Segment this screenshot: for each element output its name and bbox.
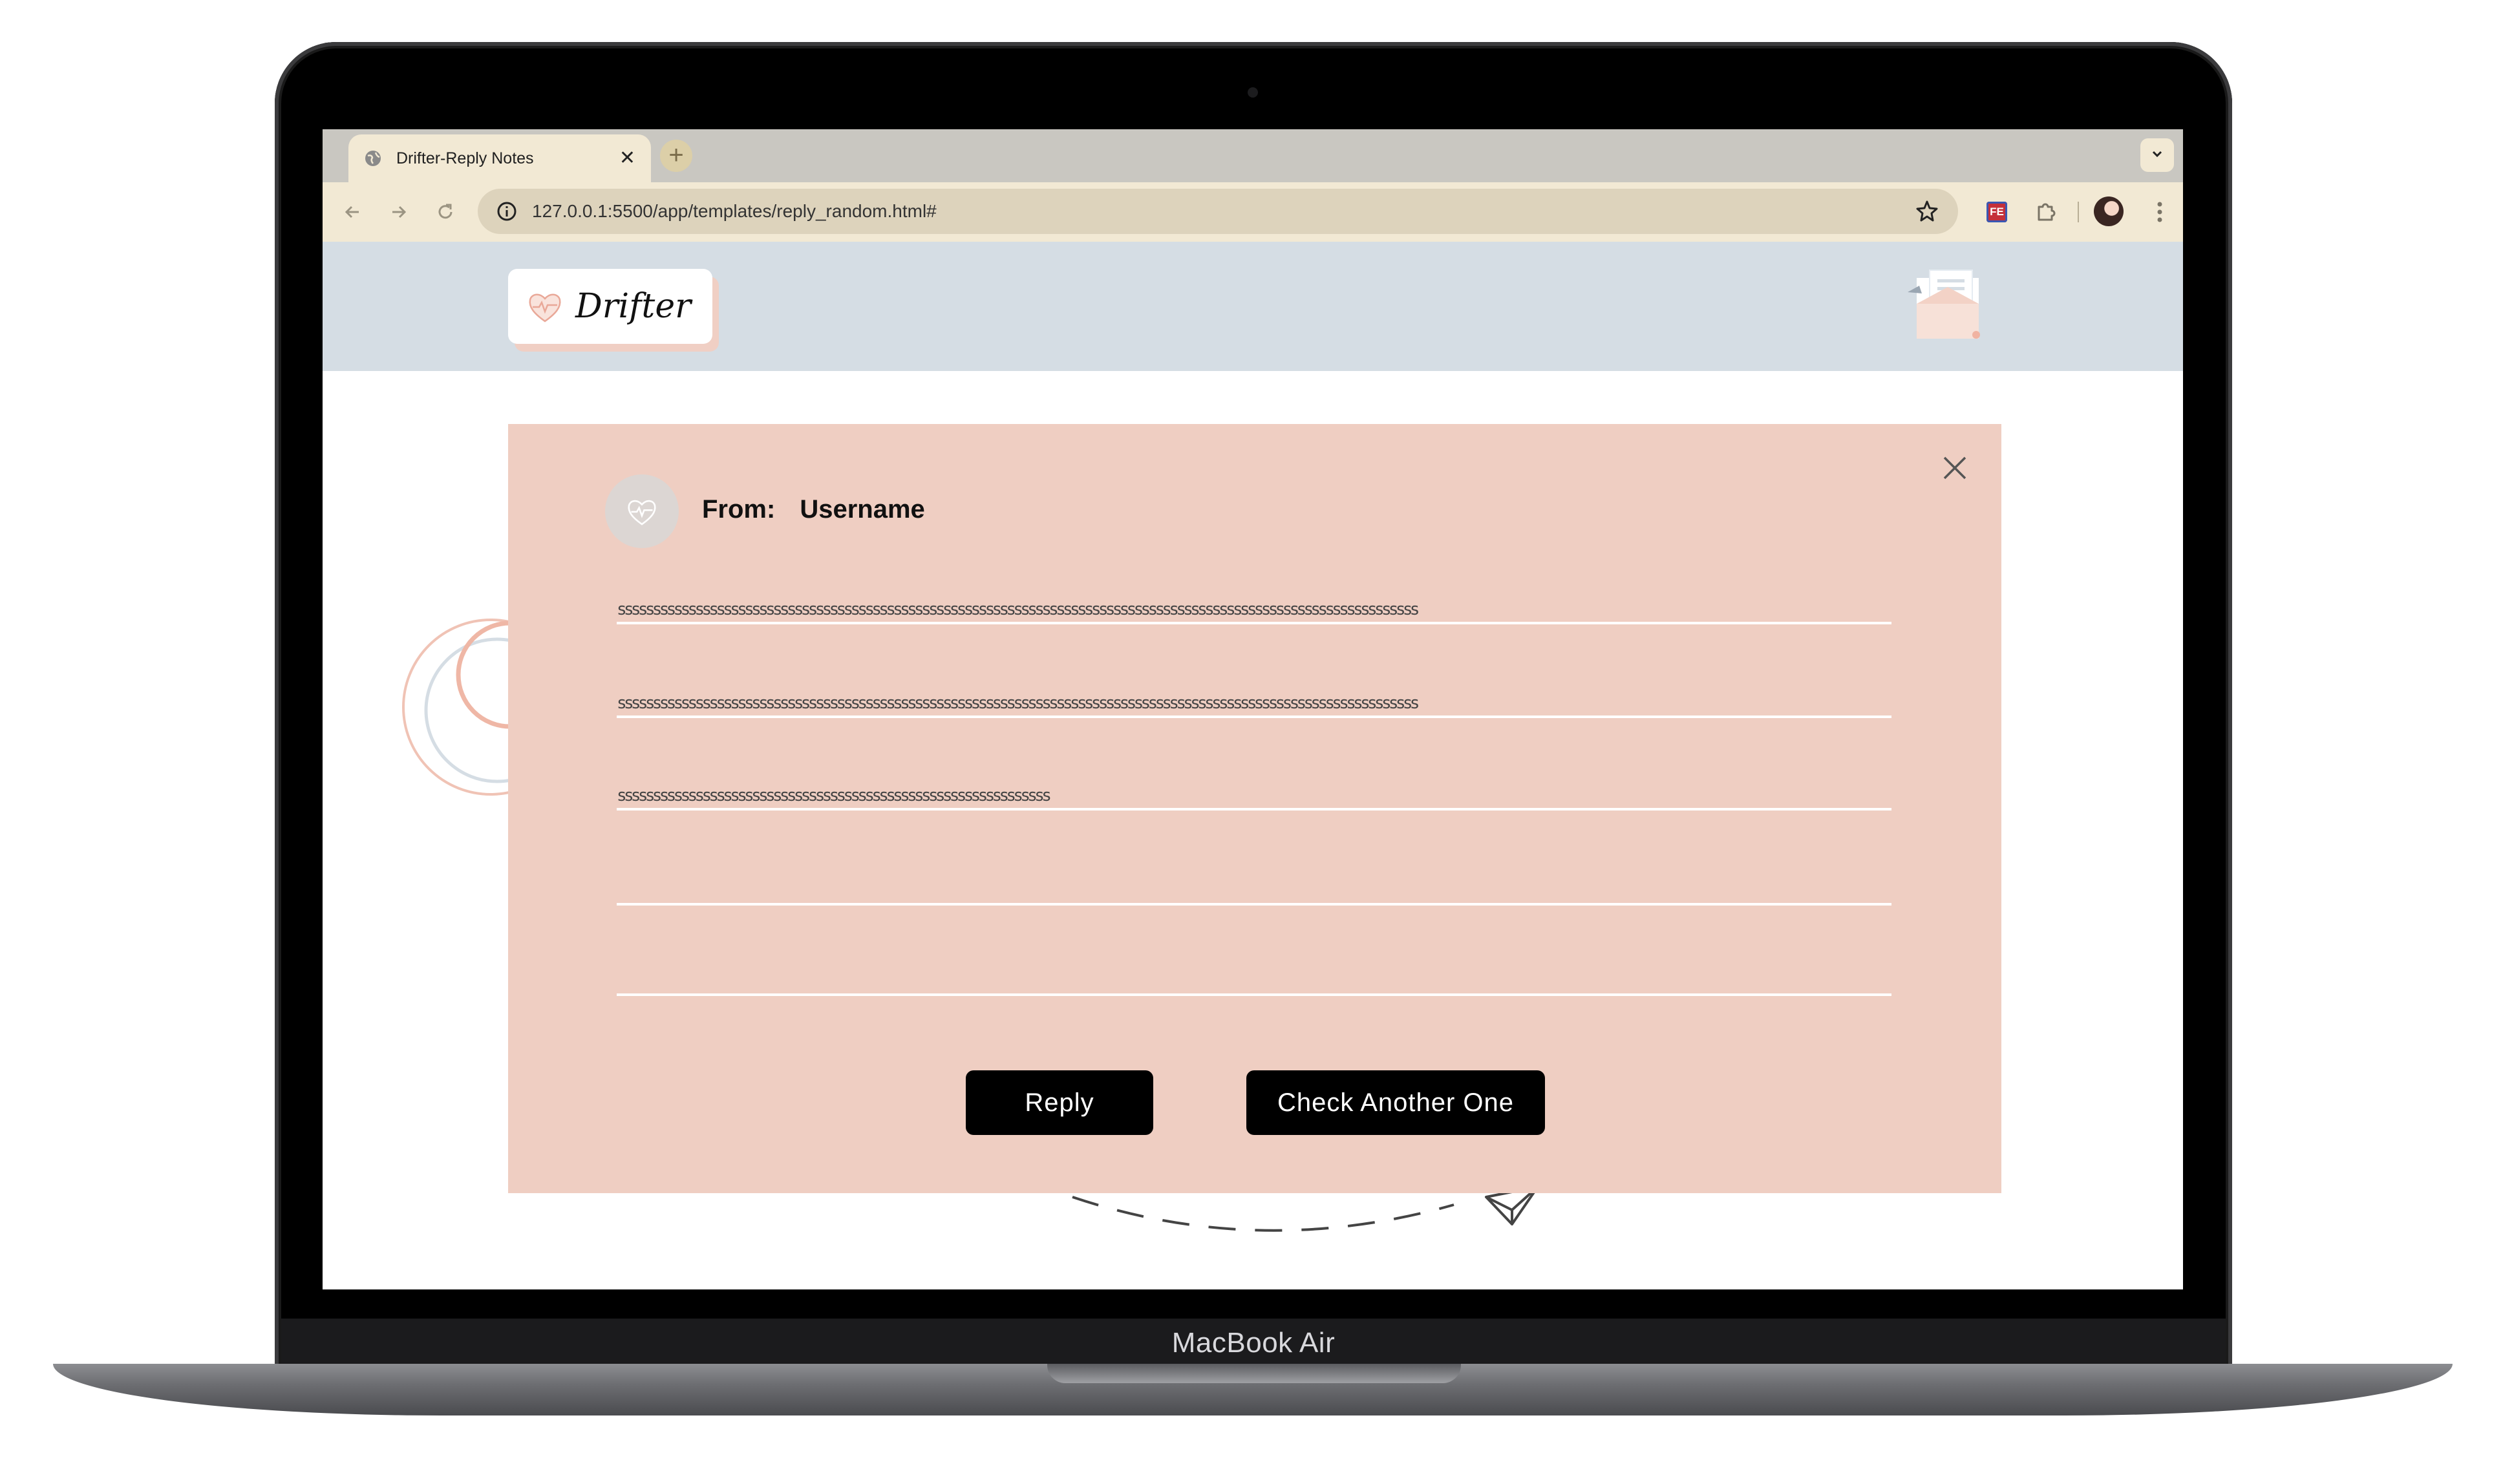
note-line (617, 957, 1891, 996)
tab-search-button[interactable] (2140, 138, 2174, 172)
url-text[interactable]: 127.0.0.1:5500/app/templates/reply_rando… (532, 201, 1914, 222)
screen: Drifter-Reply Notes ✕ + 127.0.0.1:5500/a… (323, 129, 2183, 1289)
site-logo[interactable]: Drifter (508, 269, 712, 344)
browser-toolbar: 127.0.0.1:5500/app/templates/reply_rando… (323, 182, 2183, 242)
star-icon[interactable] (1914, 198, 1940, 224)
reload-icon (438, 204, 453, 219)
paper-plane-icon (1072, 1185, 1539, 1232)
from-label: From: (702, 495, 776, 524)
back-button[interactable] (338, 198, 367, 226)
note-line: ssssssssssssssssssssssssssssssssssssssss… (617, 679, 1891, 718)
laptop-chin: MacBook Air (281, 1319, 2226, 1367)
extension-fe-icon: FE (1986, 202, 2007, 222)
close-icon[interactable]: ✕ (619, 149, 635, 168)
camera (1248, 87, 1258, 98)
sender-avatar (605, 474, 679, 548)
reply-button[interactable]: Reply (966, 1070, 1153, 1135)
from-username: Username (800, 495, 925, 524)
toolbar-separator (2078, 202, 2079, 222)
from-row: From: Username (702, 495, 925, 524)
site-header: Drifter (323, 242, 2183, 371)
close-icon (1943, 456, 1966, 480)
back-arrow-icon (345, 206, 359, 218)
tab-strip: Drifter-Reply Notes ✕ + (323, 129, 2183, 182)
close-note-button[interactable] (1941, 454, 1969, 482)
check-another-button[interactable]: Check Another One (1246, 1070, 1545, 1135)
heart-icon (525, 286, 565, 326)
extension-fe-button[interactable]: FE (1984, 199, 2010, 225)
web-page: Drifter From: Username sssssssssssssssss… (323, 242, 2183, 1289)
extensions-button[interactable] (2032, 199, 2058, 225)
more-vert-icon (2157, 202, 2162, 222)
logo-text: Drifter (575, 287, 691, 326)
browser-tab[interactable]: Drifter-Reply Notes ✕ (348, 134, 651, 182)
globe-icon (364, 149, 382, 167)
puzzle-icon (2038, 203, 2056, 221)
info-icon[interactable] (496, 200, 518, 222)
forward-arrow-icon (392, 206, 407, 218)
laptop-hinge-notch (1047, 1364, 1461, 1383)
letter-icon[interactable] (1904, 265, 1981, 341)
forward-button[interactable] (385, 198, 413, 226)
address-bar[interactable]: 127.0.0.1:5500/app/templates/reply_rando… (478, 189, 1958, 234)
heart-icon (628, 500, 656, 525)
device-label: MacBook Air (1171, 1326, 1336, 1359)
note-line: ssssssssssssssssssssssssssssssssssssssss… (617, 586, 1891, 624)
profile-avatar[interactable] (2094, 196, 2124, 226)
browser-menu-button[interactable] (2147, 199, 2173, 225)
new-tab-button[interactable]: + (660, 140, 692, 172)
reload-button[interactable] (431, 198, 460, 226)
tab-title: Drifter-Reply Notes (396, 149, 534, 167)
note-line: ssssssssssssssssssssssssssssssssssssssss… (617, 772, 1891, 811)
chevron-down-icon (2149, 146, 2165, 165)
note-card: From: Username sssssssssssssssssssssssss… (508, 424, 2001, 1193)
note-line (617, 867, 1891, 906)
